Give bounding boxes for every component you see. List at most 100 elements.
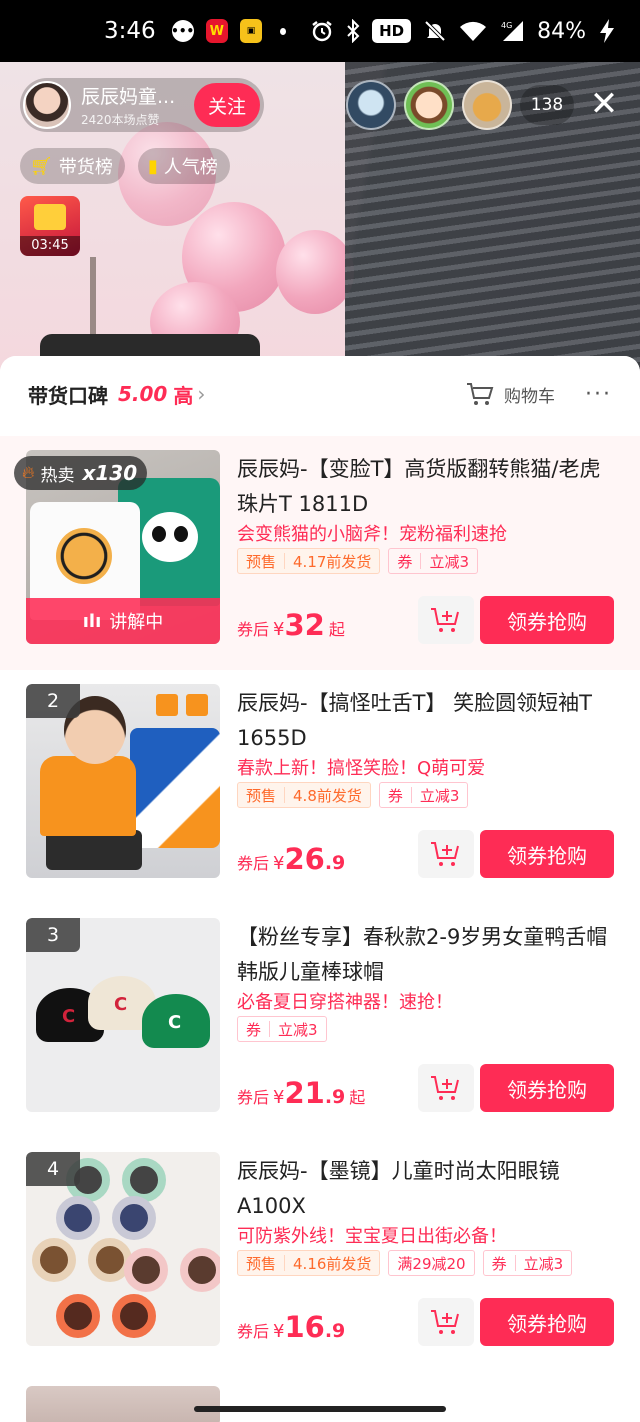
reputation-score[interactable]: 5.00 xyxy=(118,382,167,406)
product-item[interactable]: C C C 3 【粉丝专享】春秋款2-9岁男女童鸭舌帽韩版儿童棒球帽 必备夏日穿… xyxy=(0,904,640,1138)
coupon-tag: 券立减3 xyxy=(482,1250,573,1276)
charging-icon xyxy=(600,19,614,43)
product-image[interactable]: C C C 3 xyxy=(26,918,220,1112)
claim-coupon-buy-button[interactable]: 领券抢购 xyxy=(480,1064,614,1112)
product-title[interactable]: 辰辰妈-【墨镜】儿童时尚太阳眼镜A100X xyxy=(237,1154,615,1224)
viewer-avatar[interactable] xyxy=(404,80,454,130)
viewer-avatar[interactable] xyxy=(462,80,512,130)
presale-tag: 预售 4.16前发货 xyxy=(237,1250,381,1276)
product-image[interactable] xyxy=(26,1386,220,1422)
product-title[interactable]: 辰辰妈-【搞怪吐舌T】 笑脸圆领短袖T 1655D xyxy=(237,686,615,756)
product-subtitle: 会变熊猫的小脑斧！宠粉福利速抢 xyxy=(237,524,507,545)
message-app-icon: ••• xyxy=(171,20,194,42)
product-image[interactable]: 4 xyxy=(26,1152,220,1346)
close-icon[interactable]: ✕ xyxy=(582,82,626,126)
product-sheet: 带货口碑 5.00 高 › 购物车 ··· 🔥︎ 热卖 x130 ılı 讲解中… xyxy=(0,356,640,1422)
hd-badge: HD xyxy=(372,19,412,43)
product-price: 券后 ¥26.9 xyxy=(237,842,346,876)
discount-tag: 满29减20 xyxy=(388,1250,475,1276)
product-price: 券后 ¥16.9 xyxy=(237,1310,346,1344)
claim-coupon-buy-button[interactable]: 领券抢购 xyxy=(480,1298,614,1346)
anchor-card[interactable]: 辰辰妈童... 2420本场点赞 关注 xyxy=(20,78,264,132)
add-to-cart-button[interactable] xyxy=(418,1064,474,1112)
cart-icon xyxy=(467,383,494,405)
equalizer-icon: ılı xyxy=(82,610,102,632)
hot-sale-badge: 🔥︎ 热卖 x130 xyxy=(14,456,148,490)
cart-icon: 🛒︎ xyxy=(30,155,53,177)
chevron-right-icon[interactable]: › xyxy=(197,382,205,406)
product-item[interactable]: 2 辰辰妈-【搞怪吐舌T】 笑脸圆领短袖T 1655D 春款上新！搞怪笑脸！Q萌… xyxy=(0,670,640,904)
battery-percentage: 84% xyxy=(537,18,586,44)
product-subtitle: 春款上新！搞怪笑脸！Q萌可爱 xyxy=(237,758,486,779)
reputation-level[interactable]: 高 xyxy=(173,380,193,409)
add-to-cart-button[interactable] xyxy=(418,1298,474,1346)
product-tags: 预售 4.17前发货 券立减3 xyxy=(237,548,478,574)
shopping-cart-button[interactable]: 购物车 xyxy=(466,382,555,407)
claim-coupon-buy-button[interactable]: 领券抢购 xyxy=(480,830,614,878)
home-indicator[interactable] xyxy=(194,1406,446,1412)
product-price: 券后 ¥21.9 起 xyxy=(237,1076,366,1110)
red-packet-button[interactable]: 03:45 xyxy=(20,196,80,256)
anchor-avatar[interactable] xyxy=(23,81,71,129)
product-index: 3 xyxy=(26,918,80,952)
add-to-cart-button[interactable] xyxy=(418,830,474,878)
sales-rank-label: 带货榜 xyxy=(58,157,113,178)
app-notification-icon: ▣ xyxy=(239,19,263,43)
popularity-rank-label: 人气榜 xyxy=(163,157,218,178)
coupon-tag: 券立减3 xyxy=(237,1016,327,1042)
mute-icon xyxy=(424,20,446,42)
claim-coupon-buy-button[interactable]: 领券抢购 xyxy=(480,596,614,644)
red-packet-timer: 03:45 xyxy=(20,236,80,256)
add-cart-icon xyxy=(431,1310,459,1334)
product-price: 券后 ¥32 起 xyxy=(237,608,345,642)
explaining-badge[interactable]: ılı 讲解中 xyxy=(26,598,220,644)
flame-icon: 🔥︎ xyxy=(22,463,35,483)
presale-tag: 预售 4.8前发货 xyxy=(237,782,371,808)
gift-icon xyxy=(34,204,66,230)
status-bar: 3:46 ••• W ▣ HD 4G 84% xyxy=(0,0,640,62)
add-to-cart-button[interactable] xyxy=(418,596,474,644)
product-subtitle: 可防紫外线！宝宝夏日出街必备！ xyxy=(237,1226,507,1247)
bluetooth-icon xyxy=(347,19,360,43)
add-cart-icon xyxy=(431,608,459,632)
add-cart-icon xyxy=(431,842,459,866)
viewer-count[interactable]: 138 xyxy=(520,85,574,125)
add-cart-icon xyxy=(431,1076,459,1100)
more-notifications-dot xyxy=(280,27,287,35)
reputation-label: 带货口碑 xyxy=(28,383,108,408)
popularity-rank-button[interactable]: ▮ 人气榜 xyxy=(138,148,230,184)
cart-label: 购物车 xyxy=(504,386,556,407)
product-tags: 预售 4.8前发货 券立减3 xyxy=(237,782,469,808)
network-type: 4G xyxy=(501,21,512,30)
coupon-tag: 券立减3 xyxy=(378,782,469,808)
wifi-icon xyxy=(460,21,487,41)
product-item[interactable]: 4 辰辰妈-【墨镜】儿童时尚太阳眼镜A100X 可防紫外线！宝宝夏日出街必备！ … xyxy=(0,1138,640,1372)
presale-tag: 预售 4.17前发货 xyxy=(237,548,381,574)
anchor-name: 辰辰妈童... xyxy=(81,86,176,108)
viewer-list[interactable]: 138 xyxy=(346,80,574,130)
viewer-avatar[interactable] xyxy=(346,80,396,130)
hot-sale-count: x130 xyxy=(82,461,138,485)
sales-rank-button[interactable]: 🛒︎ 带货榜 xyxy=(20,148,125,184)
product-subtitle: 必备夏日穿搭神器！速抢！ xyxy=(237,992,453,1013)
clock: 3:46 xyxy=(104,18,156,44)
product-item[interactable]: 🔥︎ 热卖 x130 ılı 讲解中 辰辰妈-【变脸T】高货版翻转熊猫/老虎珠片… xyxy=(0,436,640,670)
product-item[interactable] xyxy=(0,1372,640,1422)
product-title[interactable]: 辰辰妈-【变脸T】高货版翻转熊猫/老虎珠片T 1811D xyxy=(237,452,615,522)
anchor-likes: 2420本场点赞 xyxy=(81,113,160,127)
sheet-header: 带货口碑 5.00 高 › 购物车 ··· xyxy=(0,356,640,432)
explaining-label: 讲解中 xyxy=(109,612,164,633)
product-tags: 券立减3 xyxy=(237,1016,327,1042)
alarm-icon xyxy=(312,21,332,42)
signal-icon: 4G xyxy=(501,21,524,41)
follow-button[interactable]: 关注 xyxy=(194,83,260,127)
hot-sale-label: 热卖 xyxy=(40,465,75,486)
weibo-icon: W xyxy=(205,19,228,43)
product-title[interactable]: 【粉丝专享】春秋款2-9岁男女童鸭舌帽韩版儿童棒球帽 xyxy=(237,920,615,990)
product-image[interactable]: 2 xyxy=(26,684,220,878)
coupon-tag: 券立减3 xyxy=(388,548,478,574)
bar-chart-icon: ▮ xyxy=(148,155,158,177)
more-icon[interactable]: ··· xyxy=(585,382,612,407)
product-tags: 预售 4.16前发货 满29减20 券立减3 xyxy=(237,1250,573,1276)
product-index: 4 xyxy=(26,1152,80,1186)
